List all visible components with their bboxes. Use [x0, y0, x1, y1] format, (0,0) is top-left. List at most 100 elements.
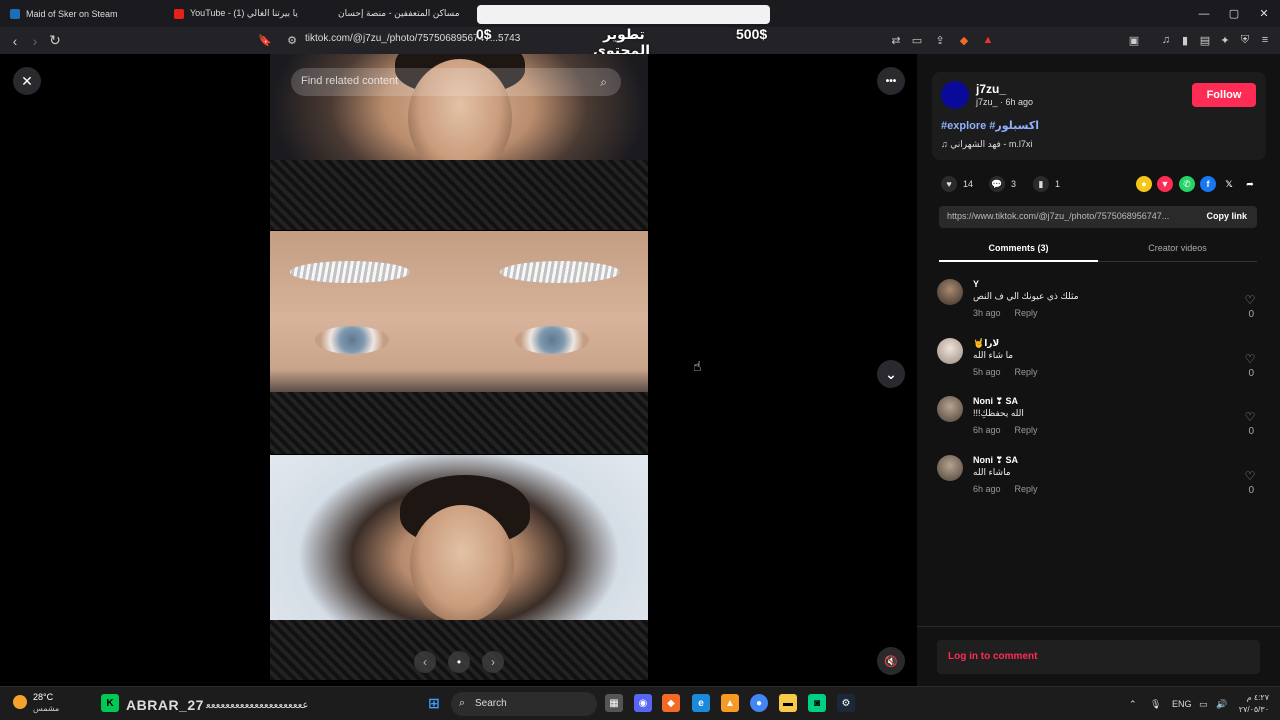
- next-post-button[interactable]: ⌄: [877, 360, 905, 388]
- scarf: [270, 392, 648, 454]
- carousel-controls: ‹ • ›: [414, 651, 504, 673]
- comment-stat[interactable]: 💬 3: [989, 176, 1016, 192]
- vpn-icon[interactable]: ⛨: [1237, 32, 1253, 48]
- copy-link-button[interactable]: Copy link: [1206, 211, 1247, 221]
- kick-icon[interactable]: K: [101, 694, 119, 712]
- heart-icon[interactable]: ♡: [1243, 469, 1257, 483]
- avatar[interactable]: [941, 81, 969, 109]
- language-indicator[interactable]: ENG: [1172, 699, 1192, 709]
- heart-icon[interactable]: ♡: [1243, 293, 1257, 307]
- save-stat[interactable]: ▮ 1: [1033, 176, 1060, 192]
- bookmark-icon[interactable]: 🔖: [257, 32, 273, 48]
- rewards-icon[interactable]: ▲: [980, 32, 996, 48]
- reply-button[interactable]: Reply: [1015, 425, 1038, 435]
- tab-creator-videos[interactable]: Creator videos: [1098, 243, 1257, 253]
- facebook-icon[interactable]: f: [1200, 176, 1216, 192]
- maximize-icon[interactable]: ▢: [1218, 0, 1250, 27]
- share-arrow-icon[interactable]: ➦: [1242, 176, 1258, 192]
- carousel-next-icon[interactable]: ›: [482, 651, 504, 673]
- post-hashtags[interactable]: #explore #اكسبلور: [941, 119, 1039, 132]
- forward-icon[interactable]: ›: [24, 27, 46, 54]
- edge-icon[interactable]: e: [692, 694, 710, 712]
- related-content-search[interactable]: Find related content ⌕: [291, 68, 621, 96]
- windows-start-icon[interactable]: ⊞: [425, 694, 443, 712]
- taskbar-search[interactable]: ⌕ Search: [451, 692, 597, 716]
- close-icon[interactable]: ✕: [1248, 0, 1280, 27]
- tab-maid-of-sker[interactable]: Maid of Sker on Steam: [10, 0, 170, 27]
- search-label: Search: [475, 698, 507, 709]
- avatar[interactable]: [937, 396, 963, 422]
- tab-comments[interactable]: Comments (3): [939, 243, 1098, 262]
- tab-youtube[interactable]: YouTube - (1) يا بيرتنا الغالي: [174, 0, 350, 27]
- minimize-icon[interactable]: —: [1188, 0, 1220, 27]
- heart-icon: ♥: [941, 176, 957, 192]
- tiktok-icon[interactable]: ▼: [1157, 176, 1173, 192]
- reload-icon[interactable]: ↻: [44, 27, 66, 54]
- carousel-prev-icon[interactable]: ‹: [414, 651, 436, 673]
- comment-author[interactable]: Noni ❣ SA: [973, 396, 1018, 407]
- post-link-text[interactable]: https://www.tiktok.com/@j7zu_/photo/7575…: [947, 211, 1190, 221]
- tab-title: YouTube - (1) يا بيرتنا الغالي: [190, 8, 298, 18]
- network-icon[interactable]: ▭: [1199, 699, 1208, 710]
- cast-icon[interactable]: ▭: [909, 32, 925, 48]
- brave-icon[interactable]: ◆: [662, 694, 680, 712]
- share-icon[interactable]: ⇪: [932, 32, 948, 48]
- heart-icon[interactable]: ♡: [1243, 352, 1257, 366]
- menu-icon[interactable]: ≡: [1257, 32, 1273, 48]
- volume-icon[interactable]: 🔊: [1216, 699, 1227, 710]
- login-to-comment-button[interactable]: Log in to comment: [937, 640, 1260, 674]
- comment-text: !!!الله يحفظكِ: [973, 408, 1024, 418]
- chrome-icon[interactable]: ●: [750, 694, 768, 712]
- author-username[interactable]: j7zu_: [976, 82, 1006, 96]
- tab-ehsan[interactable]: مساكن المتعففين - منصة إحسان: [338, 0, 478, 27]
- comment-item: Noni ❣ SA !!!الله يحفظكِ 6h ago Reply ♡ 0: [937, 396, 1257, 448]
- eye: [315, 326, 389, 354]
- media-icon[interactable]: ♫: [1158, 32, 1174, 48]
- gamepad-icon[interactable]: ◙: [808, 694, 826, 712]
- comment-item: 🤘لارا ما شاء الله 5h ago Reply ♡ 0: [937, 338, 1257, 390]
- reply-button[interactable]: Reply: [1015, 367, 1038, 377]
- comment-meta: 3h ago Reply: [973, 308, 1038, 318]
- microphone-icon[interactable]: 🎙: [1150, 699, 1161, 710]
- reply-button[interactable]: Reply: [1015, 484, 1038, 494]
- chevron-up-icon[interactable]: ⌃: [1129, 699, 1137, 710]
- avatar[interactable]: [937, 455, 963, 481]
- coin-icon[interactable]: ●: [1136, 176, 1152, 192]
- task-view-icon[interactable]: ▦: [605, 694, 623, 712]
- x-icon[interactable]: 𝕏: [1221, 176, 1237, 192]
- file-explorer-icon[interactable]: ▬: [779, 694, 797, 712]
- weather-temp: 28°C: [33, 692, 54, 702]
- site-info-icon[interactable]: ⚙: [284, 32, 300, 48]
- whatsapp-icon[interactable]: ✆: [1179, 176, 1195, 192]
- avatar[interactable]: [937, 338, 963, 364]
- comment-author[interactable]: Noni ❣ SA: [973, 455, 1018, 466]
- clock-time: ٤:٢٧ م: [1246, 693, 1269, 702]
- mute-button[interactable]: 🔇: [877, 647, 905, 675]
- comment-author[interactable]: Y: [973, 279, 979, 289]
- reader-icon[interactable]: ▮: [1177, 32, 1193, 48]
- close-viewer-button[interactable]: ✕: [13, 67, 41, 95]
- comment-like-count: 0: [1248, 426, 1254, 437]
- carousel-dot[interactable]: •: [448, 651, 470, 673]
- like-stat[interactable]: ♥ 14: [941, 176, 973, 192]
- sidebar-icon[interactable]: ▣: [1126, 32, 1142, 48]
- wallet-icon[interactable]: ▤: [1197, 32, 1213, 48]
- steam-icon[interactable]: ⚙: [837, 694, 855, 712]
- post-music[interactable]: ♫ فهد الشهراني - m.l7xi: [941, 139, 1032, 150]
- reply-button[interactable]: Reply: [1015, 308, 1038, 318]
- discord-icon[interactable]: ◉: [634, 694, 652, 712]
- leo-icon[interactable]: ✦: [1217, 32, 1233, 48]
- heart-icon[interactable]: ♡: [1243, 410, 1257, 424]
- comment-author[interactable]: 🤘لارا: [973, 338, 999, 349]
- more-options-button[interactable]: •••: [877, 67, 905, 95]
- post-photo[interactable]: [270, 54, 648, 680]
- brave-shield-icon[interactable]: ◆: [956, 32, 972, 48]
- avatar[interactable]: [937, 279, 963, 305]
- taskbar-clock[interactable]: ٤:٢٧ م ٢٧/٠٥/٣٠: [1235, 692, 1269, 716]
- search-icon: ⌕: [459, 697, 466, 709]
- translate-icon[interactable]: ⇄: [888, 32, 904, 48]
- login-label: Log in to comment: [948, 651, 1038, 662]
- back-icon[interactable]: ‹: [4, 27, 26, 54]
- follow-button[interactable]: Follow: [1192, 83, 1256, 107]
- app-icon[interactable]: ▲: [721, 694, 739, 712]
